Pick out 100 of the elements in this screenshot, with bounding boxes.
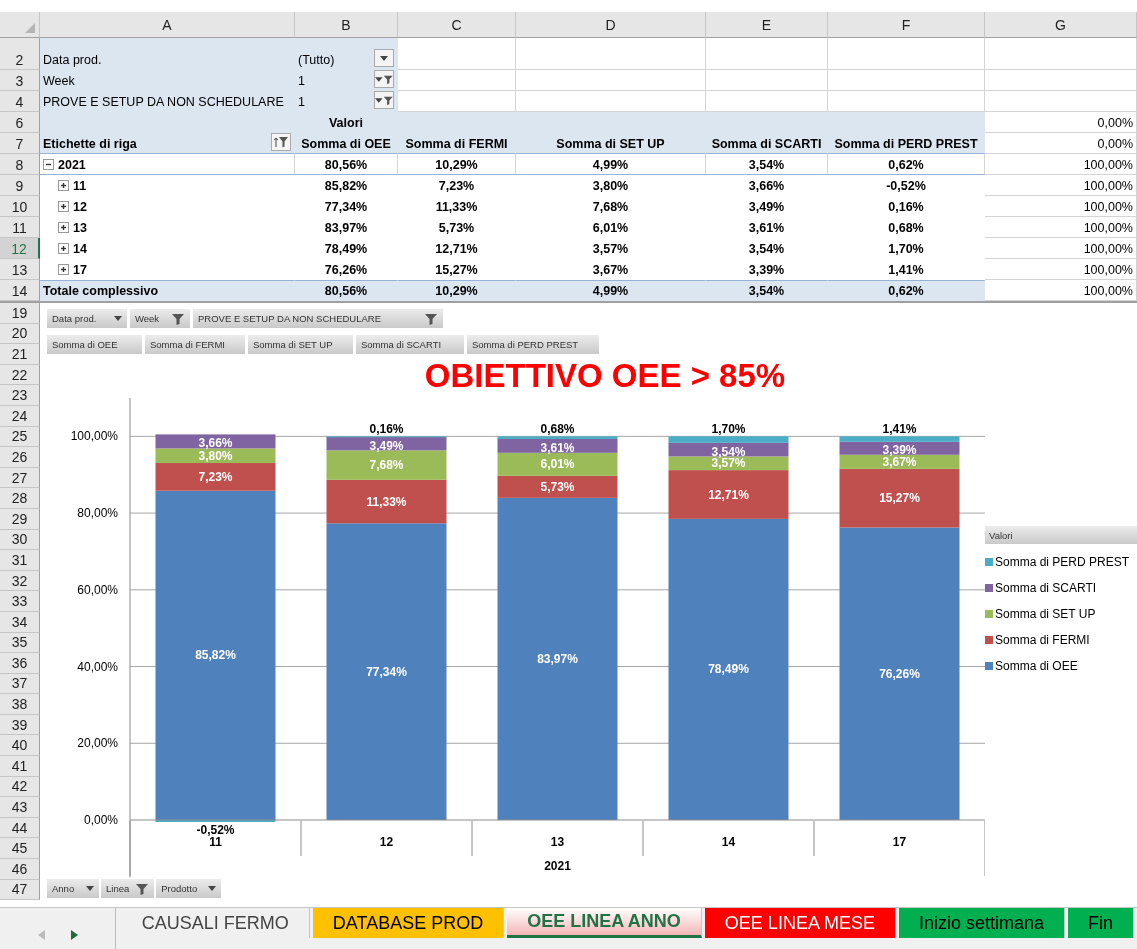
table-cell: 100,00% — [1083, 158, 1133, 172]
data-label: 77,34% — [366, 664, 407, 679]
table-cell: 76,26% — [324, 263, 368, 277]
table-cell: 0,68% — [888, 221, 924, 235]
legend-item: Somma di OEE — [985, 655, 1137, 676]
axis-label: 60,00% — [77, 582, 118, 597]
table-cell: 0,62% — [888, 158, 924, 172]
axis-label: 100,00% — [70, 429, 118, 444]
row-label: 17 — [73, 263, 87, 277]
table-cell: 3,39% — [748, 263, 785, 277]
table-cell: 3,54% — [748, 284, 785, 298]
data-label: 3,61% — [540, 440, 575, 455]
column-header: Somma di SET UP — [556, 137, 665, 151]
data-label: 85,82% — [195, 648, 236, 663]
data-label: 76,26% — [879, 666, 920, 681]
data-label: 1,41% — [882, 422, 917, 437]
table-cell: 100,00% — [1083, 179, 1133, 193]
table-cell: 10,29% — [435, 284, 478, 298]
legend-item: Somma di SET UP — [985, 603, 1137, 624]
data-label: 3,54% — [711, 444, 746, 459]
row-label: 12 — [73, 200, 87, 214]
table-cell: 12,71% — [435, 242, 478, 256]
column-header: Somma di SCARTI — [711, 137, 822, 151]
table-cell: 3,57% — [592, 242, 629, 256]
axis-label: 20,00% — [77, 736, 118, 751]
table-cell: 100,00% — [1083, 242, 1133, 256]
table-cell: 100,00% — [1083, 263, 1133, 277]
row-label: 11 — [73, 179, 87, 193]
data-label: 3,57% — [711, 456, 746, 471]
table-cell: 85,82% — [324, 179, 368, 193]
table-cell: 3,54% — [748, 242, 785, 256]
chart-title: OBIETTIVO OEE > 85% — [423, 356, 787, 396]
data-label: 3,49% — [369, 438, 404, 453]
table-cell: 3,49% — [748, 200, 785, 214]
data-label: 0,68% — [540, 422, 575, 437]
data-label: 11,33% — [366, 494, 407, 509]
filter-label: Data prod. — [43, 53, 102, 67]
data-label: 15,27% — [879, 491, 920, 506]
axis-label: 80,00% — [77, 506, 118, 521]
legend-item: Somma di FERMI — [985, 629, 1137, 650]
table-cell: 5,73% — [438, 221, 475, 235]
column-header: Somma di FERMI — [405, 137, 508, 151]
table-cell: 1,41% — [888, 263, 924, 277]
table-cell: 100,00% — [1083, 221, 1133, 235]
axis-label: 11 — [209, 835, 222, 849]
table-cell: 0,00% — [1097, 137, 1133, 151]
filter-value: 1 — [298, 95, 305, 109]
column-header: Somma di OEE — [301, 137, 391, 151]
table-cell: 100,00% — [1083, 200, 1133, 214]
table-cell: 0,00% — [1097, 116, 1133, 130]
legend-item: Somma di SCARTI — [985, 577, 1137, 598]
table-cell: 3,66% — [748, 179, 785, 193]
table-cell: 3,67% — [592, 263, 629, 277]
axis-label: 14 — [721, 835, 736, 849]
data-label: 12,71% — [708, 487, 749, 502]
axis-label: 40,00% — [77, 659, 118, 674]
table-cell: 4,99% — [592, 284, 629, 298]
data-label: 3,66% — [198, 436, 233, 451]
table-cell: 4,99% — [592, 158, 629, 172]
row-label: 13 — [73, 221, 87, 235]
table-cell: 0,62% — [888, 284, 924, 298]
table-cell: 7,68% — [592, 200, 629, 214]
table-cell: 15,27% — [435, 263, 478, 277]
row-label-header: Etichette di riga — [43, 137, 137, 151]
table-cell: 0,16% — [888, 200, 924, 214]
data-label: 5,73% — [540, 479, 575, 494]
table-cell: 3,80% — [592, 179, 629, 193]
column-group-header: Valori — [328, 116, 363, 130]
table-cell: -0,52% — [886, 179, 926, 193]
filter-value: 1 — [298, 74, 305, 88]
row-label: 2021 — [58, 158, 86, 172]
axis-label: 13 — [550, 835, 565, 849]
table-cell: 1,70% — [888, 242, 924, 256]
column-header: Somma di PERD PREST — [834, 137, 978, 151]
data-label: 0,16% — [369, 422, 404, 437]
data-label: 6,01% — [540, 457, 575, 472]
axis-label: 17 — [892, 835, 907, 849]
data-label: 78,49% — [708, 662, 749, 677]
filter-value: (Tutto) — [298, 53, 335, 67]
legend-item: Somma di PERD PREST — [985, 551, 1137, 572]
table-cell: 78,49% — [324, 242, 368, 256]
table-cell: 11,33% — [435, 200, 478, 214]
table-cell: 7,23% — [438, 179, 475, 193]
row-label: 14 — [73, 242, 87, 256]
data-label: -0,52% — [196, 823, 235, 837]
table-cell: 3,61% — [748, 221, 785, 235]
axis-title: 2021 — [544, 859, 571, 873]
table-cell: 6,01% — [592, 221, 629, 235]
filter-label: PROVE E SETUP DA NON SCHEDULARE — [43, 95, 284, 109]
axis-label: 12 — [379, 835, 394, 849]
filter-label: Week — [43, 74, 75, 88]
data-label: 83,97% — [537, 651, 578, 666]
table-cell: 100,00% — [1083, 284, 1133, 298]
data-label: 3,39% — [882, 443, 917, 458]
table-cell: 83,97% — [324, 221, 368, 235]
axis-label: 0,00% — [83, 813, 118, 827]
table-cell: 80,56% — [324, 284, 368, 298]
row-label: Totale complessivo — [43, 284, 159, 298]
data-label: 7,23% — [198, 469, 233, 484]
data-label: 3,80% — [198, 448, 233, 463]
